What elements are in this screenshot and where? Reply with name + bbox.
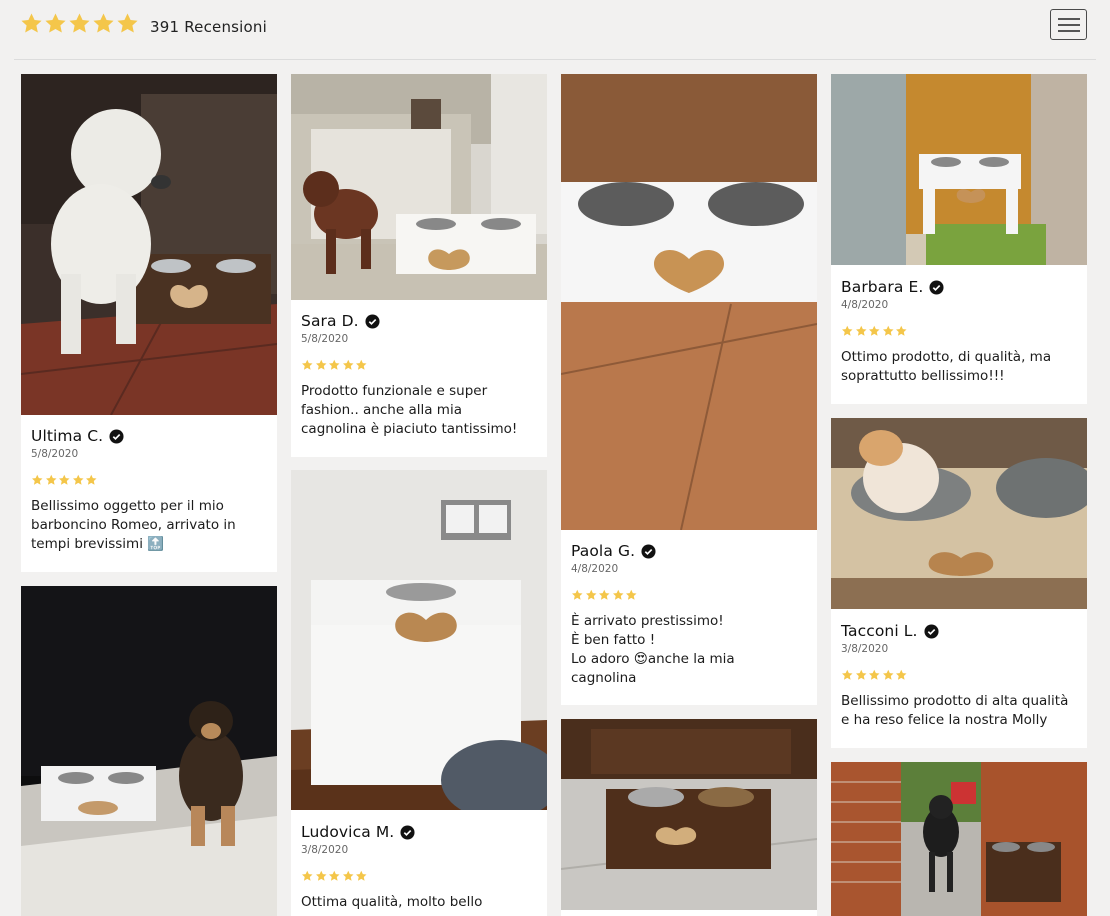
review-card-photo-garden[interactable] (831, 762, 1087, 916)
review-card-ultima[interactable]: Ultima C. 5/8/2020 Bellissimo oggetto pe… (21, 74, 277, 572)
review-rating-stars (841, 669, 1077, 683)
review-photo[interactable] (831, 418, 1087, 609)
review-photo[interactable] (831, 762, 1087, 916)
star-icon (342, 870, 353, 881)
review-card-barbara[interactable]: Barbara E. 4/8/2020 Ottimo prodotto, di … (831, 74, 1087, 404)
review-rating-stars (301, 359, 537, 373)
reviewer-name: Sara D. (301, 312, 359, 330)
star-icon (842, 325, 853, 336)
star-icon (59, 474, 70, 485)
review-rating-stars (301, 870, 537, 884)
star-icon (585, 589, 596, 600)
star-icon (896, 669, 907, 680)
star-icon (599, 589, 610, 600)
star-icon (882, 325, 893, 336)
reviewer-name: Tacconi L. (841, 622, 918, 640)
check-circle-icon (929, 279, 944, 295)
review-text: Prodotto funzionale e super fashion.. an… (301, 383, 518, 437)
overall-rating-stars (20, 12, 139, 35)
review-photo[interactable] (291, 74, 547, 300)
review-rating-stars (841, 325, 1077, 339)
review-photo[interactable] (291, 470, 547, 810)
star-icon (86, 474, 97, 485)
star-icon (72, 474, 83, 485)
star-icon (356, 359, 367, 370)
star-icon (302, 870, 313, 881)
review-text: Bellissimo oggetto per il mio barboncino… (31, 498, 236, 552)
review-date: 3/8/2020 (841, 643, 889, 655)
star-icon (329, 870, 340, 881)
star-icon (69, 13, 90, 33)
star-icon (32, 474, 43, 485)
check-circle-icon (400, 824, 415, 840)
review-photo[interactable] (21, 586, 277, 916)
header-divider (14, 59, 1096, 60)
star-icon (45, 13, 66, 33)
star-icon (356, 870, 367, 881)
review-card-ludovica[interactable]: Ludovica M. 3/8/2020 Ottima qualità, mol… (291, 470, 547, 916)
star-icon (855, 669, 866, 680)
star-icon (315, 870, 326, 881)
reviewer-name: Barbara E. (841, 278, 924, 296)
review-rating-stars (571, 589, 807, 603)
review-rating-stars (31, 474, 267, 488)
star-icon (882, 669, 893, 680)
review-card-sara[interactable]: Sara D. 5/8/2020 Prodotto funzionale e s… (291, 74, 547, 457)
review-text: Ottimo prodotto, di qualità, ma soprattu… (841, 349, 1052, 384)
review-date: 3/8/2020 (301, 844, 349, 856)
check-circle-icon (641, 543, 656, 559)
star-icon (842, 669, 853, 680)
review-photo[interactable] (561, 74, 817, 530)
star-icon (869, 325, 880, 336)
reviewer-name: Paola G. (571, 542, 636, 560)
star-icon (869, 669, 880, 680)
reviewer-name: Ultima C. (31, 427, 104, 445)
check-circle-icon (109, 428, 124, 444)
star-icon (329, 359, 340, 370)
review-text: Bellissimo prodotto di alta qualità e ha… (841, 693, 1069, 728)
review-text: È arrivato prestissimo! È ben fatto ! Lo… (571, 613, 735, 686)
star-icon (855, 325, 866, 336)
review-photo[interactable] (561, 719, 817, 910)
review-card-photo-rocco[interactable] (21, 586, 277, 916)
check-circle-icon (924, 623, 939, 639)
hamburger-menu-icon[interactable] (1050, 9, 1087, 40)
review-date: 5/8/2020 (301, 333, 349, 345)
star-icon (315, 359, 326, 370)
review-photo[interactable] (21, 74, 277, 415)
star-icon (572, 589, 583, 600)
star-icon (302, 359, 313, 370)
star-icon (117, 13, 138, 33)
review-card-photo-charly[interactable] (561, 719, 817, 916)
review-date: 4/8/2020 (571, 563, 619, 575)
star-icon (612, 589, 623, 600)
review-card-paola[interactable]: Paola G. 4/8/2020 È arrivato prestissimo… (561, 74, 817, 705)
star-icon (342, 359, 353, 370)
star-icon (896, 325, 907, 336)
review-card-tacconi[interactable]: Tacconi L. 3/8/2020 Bellissimo prodotto … (831, 418, 1087, 748)
review-date: 4/8/2020 (841, 299, 889, 311)
review-date: 5/8/2020 (31, 448, 79, 460)
star-icon (21, 13, 42, 33)
star-icon (93, 13, 114, 33)
review-text: Ottima qualità, molto bello (301, 894, 483, 910)
review-count[interactable]: 391 Recensioni (150, 18, 267, 36)
star-icon (45, 474, 56, 485)
star-icon (626, 589, 637, 600)
reviewer-name: Ludovica M. (301, 823, 395, 841)
check-circle-icon (365, 313, 380, 329)
review-photo[interactable] (831, 74, 1087, 265)
reviews-header: 391 Recensioni (0, 0, 1110, 60)
